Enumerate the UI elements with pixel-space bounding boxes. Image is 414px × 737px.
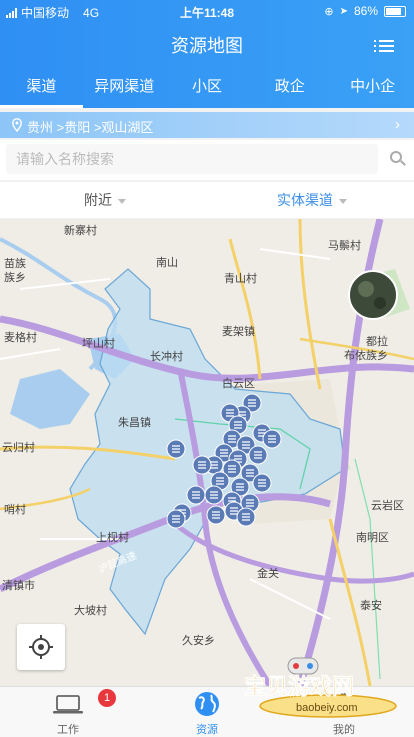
place-label: 南山 [156,256,178,269]
caret-down-icon [118,198,126,204]
place-label: 朱昌镇 [118,415,151,429]
locate-me-button[interactable] [17,624,65,670]
resource-map[interactable]: 新寨村 马鬃村 南山 青山村 苗族 族乡 坪山村 麦架镇 麦格村 长冲村 都拉 … [0,219,414,686]
place-label: 长冲村 [150,349,183,363]
place-label: 上枧村 [96,530,129,544]
nearby-filter-dropdown[interactable]: 附近 [84,190,126,210]
tab-channel[interactable]: 渠道 [0,68,83,108]
place-label: 哨村 [4,502,26,516]
orientation-lock-icon: ⊕ [324,5,334,18]
satellite-texture [374,297,386,309]
place-label: 云岩区 [371,498,404,512]
notification-badge: 1 [98,689,116,707]
place-label: 坪山村 [82,336,115,350]
location-breadcrumb[interactable]: 贵州 >贵阳 >观山湖区 › [0,112,414,138]
nearby-filter-label: 附近 [84,192,112,208]
arterial-road [228,238,262,380]
nav-work[interactable]: 1 工作 [18,687,118,737]
arterial-road [298,219,322,390]
tab-other-network-channel[interactable]: 异网渠道 [83,68,166,108]
satellite-toggle[interactable] [348,270,398,320]
place-label: 族乡 [4,270,26,284]
location-pin-icon [12,118,22,132]
place-label: 布依族乡 [344,348,388,362]
search-input[interactable] [6,144,378,174]
place-label: 麦格村 [4,330,37,344]
chevron-right-icon: › [395,116,400,133]
app-header: 资源地图 [0,22,414,68]
map-canvas[interactable]: 新寨村 马鬃村 南山 青山村 苗族 族乡 坪山村 麦架镇 麦格村 长冲村 都拉 … [0,219,414,686]
place-label: 金关 [257,566,279,580]
page-title: 资源地图 [171,36,243,56]
battery-percent: 86% [353,4,378,18]
tab-sme[interactable]: 中小企 [331,68,414,108]
place-label: 南明区 [356,531,389,544]
place-label: 久安乡 [182,633,215,647]
watermark-logo: 宝贝游戏网 baobeiy.com [244,657,397,718]
tab-community[interactable]: 小区 [166,68,249,108]
channel-type-filter-label: 实体渠道 [277,192,333,208]
location-path: 贵州 >贵阳 >观山湖区 [27,120,154,135]
search-bar [0,140,414,180]
search-icon[interactable] [390,151,402,163]
place-label: 泰安 [360,598,382,612]
place-label: 青山村 [224,271,257,285]
nav-work-label: 工作 [57,724,79,736]
battery-icon [384,5,406,17]
category-tabs: 渠道 异网渠道 小区 政企 中小企 [0,68,414,108]
place-label: 云归村 [2,440,35,454]
reservoir [10,369,90,429]
tab-government-enterprise[interactable]: 政企 [248,68,331,108]
place-label: 麦架镇 [222,324,255,338]
place-label: 大坡村 [74,603,107,617]
place-label: 白云区 [222,376,255,390]
nav-resources-label: 资源 [196,724,218,736]
satellite-texture [358,281,374,297]
list-menu-icon[interactable] [374,38,394,54]
channel-type-filter-dropdown[interactable]: 实体渠道 [277,190,347,210]
place-label: 新寨村 [64,223,97,237]
caret-down-icon [339,198,347,204]
location-arrow-icon: ➤ [339,5,348,17]
place-label: 清镇市 [2,578,35,592]
crosshair-icon [29,635,53,659]
status-bar: 中国移动 4G 上午11:48 ⊕ ➤ 86% [0,0,414,22]
site-watermark: 宝贝游戏网 baobeiy.com [238,656,406,722]
place-label: 马鬃村 [328,238,361,252]
place-label: 都拉 [366,334,388,348]
nav-mine-label: 我的 [333,724,355,736]
place-label: 苗族 [4,256,26,270]
filter-bar: 附近 实体渠道 [0,182,414,218]
watermark-title: 宝贝游戏网 [244,674,354,699]
watermark-url: baobeiy.com [296,702,358,714]
district-line [354,458,381,680]
